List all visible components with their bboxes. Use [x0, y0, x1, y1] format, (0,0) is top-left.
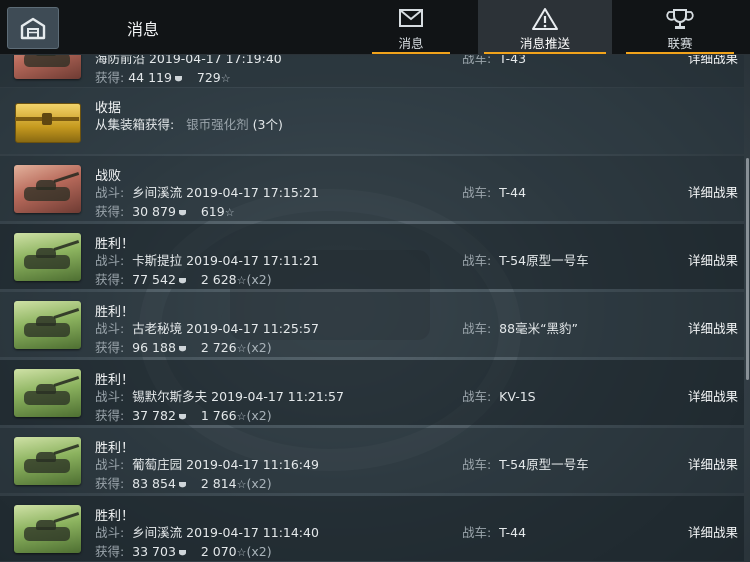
tab-label: 联赛: [667, 36, 693, 51]
star-icon: ☆: [236, 478, 247, 491]
silver-amount: 44 119: [128, 70, 172, 85]
battle-thumbnail: [14, 301, 81, 349]
list-item[interactable]: 胜利！ 战斗: 卡斯提拉 2019-04-17 17:11:21 获得: 77 …: [0, 224, 744, 289]
reward-item-name: 银币强化剂: [186, 117, 249, 132]
battle-details-link[interactable]: 详细战果: [688, 318, 738, 337]
earned-line: 获得: 37 782 1 766☆(x2): [95, 408, 272, 423]
battle-details-link[interactable]: 详细战果: [688, 54, 738, 67]
battle-details-link[interactable]: 详细战果: [688, 250, 738, 269]
battle-thumbnail: [14, 233, 81, 281]
silver-amount: 83 854: [132, 476, 176, 491]
silver-amount: 96 188: [132, 340, 176, 355]
silver-coin-icon: [178, 414, 186, 420]
battle-line: 战斗: 锡默尔斯多夫 2019-04-17 11:21:57: [95, 389, 344, 404]
trophy-icon: [666, 9, 694, 29]
xp-amount: 2 726: [200, 340, 237, 355]
silver-coin-icon: [178, 482, 186, 488]
xp-amount: 2 814: [200, 476, 237, 491]
tab-label: 消息推送: [519, 36, 570, 51]
tank-info: 战车: KV-1S: [462, 389, 536, 404]
container-crate-icon: [14, 97, 81, 145]
silver-coin-icon: [178, 278, 186, 284]
reward-line: 从集装箱获得: 银币强化剂 (3个): [95, 117, 283, 132]
tab-indicator: [626, 52, 734, 54]
top-navigation-bar: 消息 消息 消息推送 联赛: [0, 0, 750, 55]
list-item[interactable]: 胜利！ 战斗: 锡默尔斯多夫 2019-04-17 11:21:57 获得: 3…: [0, 360, 744, 425]
star-icon: ☆: [236, 410, 247, 423]
battle-line: 战斗: 乡间溪流 2019-04-17 11:14:40: [95, 525, 319, 540]
earned-line: 获得: 96 188 2 726☆(x2): [95, 340, 272, 355]
battle-thumbnail: [14, 505, 81, 553]
battle-thumbnail: [14, 165, 81, 213]
star-icon: ☆: [236, 274, 247, 287]
silver-amount: 30 879: [132, 204, 176, 219]
tab-push-notifications[interactable]: 消息推送: [478, 0, 612, 54]
battle-details-link[interactable]: 详细战果: [688, 454, 738, 473]
tank-info: 战车: T-54原型一号车: [462, 457, 589, 472]
battle-thumbnail: [14, 369, 81, 417]
star-icon: ☆: [236, 342, 247, 355]
xp-amount: 619: [200, 204, 225, 219]
earned-line: 获得: 44 119 729☆: [95, 70, 231, 85]
xp-amount: 1 766: [200, 408, 237, 423]
earned-line: 获得: 83 854 2 814☆(x2): [95, 476, 272, 491]
tank-info: 战车: T-44: [462, 185, 527, 200]
star-icon: ☆: [224, 206, 235, 219]
tank-info: 战车: T-44: [462, 525, 527, 540]
battle-details-link[interactable]: 详细战果: [688, 182, 738, 201]
xp-amount: 729: [196, 70, 221, 85]
xp-amount: 2 628: [200, 272, 237, 287]
list-item[interactable]: 海防前沿 2019-04-17 17:19:40 获得: 44 119 729☆…: [0, 54, 744, 87]
warning-icon: [532, 8, 558, 30]
reward-list-item[interactable]: 收据 从集装箱获得: 银币强化剂 (3个): [0, 88, 744, 154]
envelope-icon: [399, 9, 423, 27]
page-title: 消息: [127, 20, 160, 39]
home-button[interactable]: [7, 7, 59, 49]
tab-label: 消息: [398, 36, 424, 51]
silver-amount: 77 542: [132, 272, 176, 287]
silver-coin-icon: [178, 550, 186, 556]
battle-thumbnail: [14, 54, 81, 79]
reward-count: (3个): [252, 117, 283, 132]
battle-line: 战斗: 乡间溪流 2019-04-17 17:15:21: [95, 185, 319, 200]
silver-amount: 37 782: [132, 408, 176, 423]
earned-line: 获得: 30 879 619☆: [95, 204, 235, 219]
battle-thumbnail: [14, 437, 81, 485]
star-icon: ☆: [236, 546, 247, 559]
battle-line: 战斗: 卡斯提拉 2019-04-17 17:11:21: [95, 253, 319, 268]
xp-amount: 2 070: [200, 544, 237, 559]
list-item[interactable]: 胜利！ 战斗: 乡间溪流 2019-04-17 11:14:40 获得: 33 …: [0, 496, 744, 561]
list-item[interactable]: 战败 战斗: 乡间溪流 2019-04-17 17:15:21 获得: 30 8…: [0, 156, 744, 221]
battle-details-link[interactable]: 详细战果: [688, 386, 738, 405]
tab-indicator: [372, 52, 450, 54]
battle-line: 战斗: 葡萄庄园 2019-04-17 11:16:49: [95, 457, 319, 472]
tab-indicator: [484, 52, 606, 54]
silver-coin-icon: [178, 346, 186, 352]
message-list[interactable]: 海防前沿 2019-04-17 17:19:40 获得: 44 119 729☆…: [0, 54, 750, 562]
tank-info: 战车: T-43: [462, 54, 527, 66]
tank-info: 战车: T-54原型一号车: [462, 253, 589, 268]
silver-coin-icon: [178, 210, 186, 216]
earned-line: 获得: 33 703 2 070☆(x2): [95, 544, 272, 559]
tab-league[interactable]: 联赛: [620, 0, 740, 54]
tab-messages[interactable]: 消息: [366, 0, 456, 54]
silver-amount: 33 703: [132, 544, 176, 559]
scrollbar[interactable]: [746, 158, 749, 380]
battle-line: 海防前沿 2019-04-17 17:19:40: [95, 54, 282, 66]
tank-info: 战车: 88毫米“黑豹”: [462, 321, 579, 336]
star-icon: ☆: [220, 72, 231, 85]
battle-line: 战斗: 古老秘境 2019-04-17 11:25:57: [95, 321, 319, 336]
earned-line: 获得: 77 542 2 628☆(x2): [95, 272, 272, 287]
garage-home-icon: [20, 17, 46, 40]
list-item[interactable]: 胜利！ 战斗: 古老秘境 2019-04-17 11:25:57 获得: 96 …: [0, 292, 744, 357]
silver-coin-icon: [174, 76, 182, 82]
battle-details-link[interactable]: 详细战果: [688, 522, 738, 541]
list-item[interactable]: 胜利！ 战斗: 葡萄庄园 2019-04-17 11:16:49 获得: 83 …: [0, 428, 744, 493]
